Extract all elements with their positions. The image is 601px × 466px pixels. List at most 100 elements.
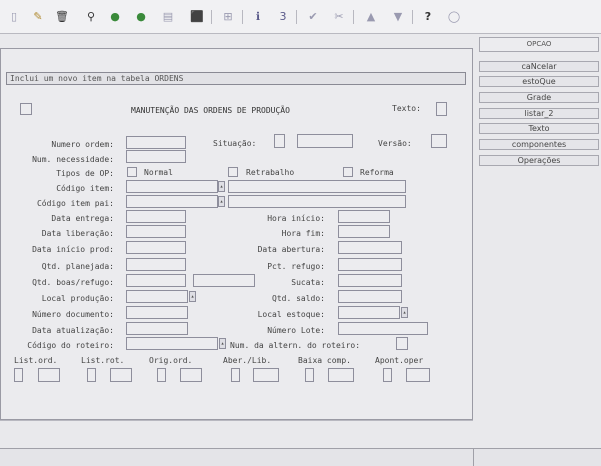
numero-documento-field[interactable] [126, 306, 188, 319]
codigo-roteiro-field[interactable] [126, 337, 218, 350]
three-icon[interactable]: 3 [275, 8, 291, 25]
codigo-item-pai-lookup-icon[interactable]: ▴ [218, 196, 225, 207]
qtd-boas-refugo-label: Qtd. boas/refugo: [32, 278, 114, 287]
list-rot-code-field[interactable] [87, 368, 96, 382]
local-estoque-lookup-icon[interactable]: ▴ [401, 307, 408, 318]
hora-inicio-field[interactable] [338, 210, 390, 223]
new-icon[interactable]: ▯ [6, 8, 22, 25]
list-ord-field[interactable] [38, 368, 60, 382]
sucata-field[interactable] [338, 274, 402, 287]
pct-refugo-field[interactable] [338, 258, 402, 271]
num-altern-roteiro-field[interactable] [396, 337, 408, 350]
qtd-boas-field[interactable] [126, 274, 186, 287]
text-button[interactable]: Texto [479, 123, 599, 134]
stock-button[interactable]: estoQue [479, 76, 599, 87]
binoculars-icon[interactable]: ⊞ [220, 8, 236, 25]
form-select-box[interactable] [20, 103, 32, 115]
baixa-comp-code-field[interactable] [305, 368, 314, 382]
data-inicio-prod-label: Data início prod: [32, 245, 114, 254]
aber-lib-label: Aber./Lib. [223, 356, 272, 365]
grade-button[interactable]: Grade [479, 92, 599, 103]
versao-field[interactable] [431, 134, 447, 148]
search-icon[interactable]: ⚲ [83, 8, 99, 25]
data-atualizacao-label: Data atualização: [32, 326, 114, 335]
num-necessidade-field[interactable] [126, 150, 186, 163]
tipos-op-label: Tipos de OP: [56, 169, 114, 178]
print-icon[interactable]: ▤ [160, 8, 176, 25]
qtd-saldo-field[interactable] [338, 290, 402, 303]
numero-lote-field[interactable] [338, 322, 428, 335]
info-icon[interactable]: ℹ [250, 8, 266, 25]
local-producao-lookup-icon[interactable]: ▴ [189, 291, 196, 302]
texto-checkbox[interactable] [436, 102, 447, 116]
apont-oper-field[interactable] [406, 368, 430, 382]
codigo-item-field[interactable] [126, 180, 218, 193]
aber-lib-code-field[interactable] [231, 368, 240, 382]
hora-inicio-label: Hora início: [267, 214, 325, 223]
cancel-button[interactable]: caNcelar [479, 61, 599, 72]
qtd-refugo-field[interactable] [193, 274, 255, 287]
codigo-item-label: Código item: [56, 184, 114, 193]
help-icon[interactable]: ? [420, 8, 436, 25]
option-header: OPCAO [479, 37, 599, 52]
qtd-planejada-label: Qtd. planejada: [41, 262, 114, 271]
delete-icon[interactable]: 🗑 [54, 8, 70, 25]
up-icon[interactable]: ▲ [363, 8, 379, 25]
local-producao-label: Local produção: [41, 294, 114, 303]
toolbar-separator [353, 10, 354, 24]
reforma-label: Reforma [360, 168, 394, 177]
data-inicio-prod-field[interactable] [126, 241, 186, 254]
data-entrega-field[interactable] [126, 210, 186, 223]
local-estoque-label: Local estoque: [257, 310, 325, 319]
apont-oper-label: Apont.oper [375, 356, 424, 365]
cancel-icon[interactable]: ✂ [331, 8, 347, 25]
data-atualizacao-field[interactable] [126, 322, 188, 335]
toolbar-separator [296, 10, 297, 24]
status-bar-divider [473, 448, 474, 466]
exit-icon[interactable]: ⬛ [189, 8, 205, 25]
codigo-item-description-field[interactable] [228, 180, 406, 193]
list-rot-field[interactable] [110, 368, 132, 382]
codigo-roteiro-lookup-icon[interactable]: ▴ [219, 338, 226, 349]
toolbar: ▯ ✎ 🗑 ⚲ ● ● ▤ ⬛ ⊞ ℹ 3 ✔ ✂ ▲ ▼ ? ◯ [0, 0, 601, 34]
aber-lib-field[interactable] [253, 368, 279, 382]
list-rot-label: List.rot. [81, 356, 125, 365]
edit-icon[interactable]: ✎ [30, 8, 46, 25]
list-button[interactable]: listar_2 [479, 108, 599, 119]
retrabalho-label: Retrabalho [246, 168, 295, 177]
panel-bottom-divider [0, 420, 473, 421]
retrabalho-checkbox[interactable] [228, 167, 238, 177]
data-abertura-field[interactable] [338, 241, 402, 254]
baixa-comp-label: Baixa comp. [298, 356, 351, 365]
codigo-item-lookup-icon[interactable]: ▴ [218, 181, 225, 192]
hora-fim-field[interactable] [338, 225, 390, 238]
numero-ordem-field[interactable] [126, 136, 186, 149]
codigo-item-pai-description-field[interactable] [228, 195, 406, 208]
situacao-code-field[interactable] [274, 134, 285, 148]
situacao-field[interactable] [297, 134, 353, 148]
prev-icon[interactable]: ● [107, 8, 123, 25]
comment-icon[interactable]: ◯ [446, 8, 462, 25]
next-icon[interactable]: ● [133, 8, 149, 25]
toolbar-separator [242, 10, 243, 24]
num-necessidade-label: Num. necessidade: [32, 155, 114, 164]
components-button[interactable]: componentes [479, 139, 599, 150]
confirm-icon[interactable]: ✔ [305, 8, 321, 25]
orig-ord-field[interactable] [180, 368, 202, 382]
local-estoque-field[interactable] [338, 306, 400, 319]
reforma-checkbox[interactable] [343, 167, 353, 177]
baixa-comp-field[interactable] [328, 368, 354, 382]
local-producao-field[interactable] [126, 290, 188, 303]
data-liberacao-field[interactable] [126, 225, 186, 238]
data-liberacao-label: Data liberação: [41, 229, 114, 238]
data-abertura-label: Data abertura: [257, 245, 325, 254]
normal-checkbox[interactable] [127, 167, 137, 177]
codigo-item-pai-field[interactable] [126, 195, 218, 208]
operations-button[interactable]: Operações [479, 155, 599, 166]
list-ord-code-field[interactable] [14, 368, 23, 382]
orig-ord-code-field[interactable] [157, 368, 166, 382]
qtd-planejada-field[interactable] [126, 258, 186, 271]
qtd-saldo-label: Qtd. saldo: [272, 294, 325, 303]
down-icon[interactable]: ▼ [390, 8, 406, 25]
apont-oper-code-field[interactable] [383, 368, 392, 382]
